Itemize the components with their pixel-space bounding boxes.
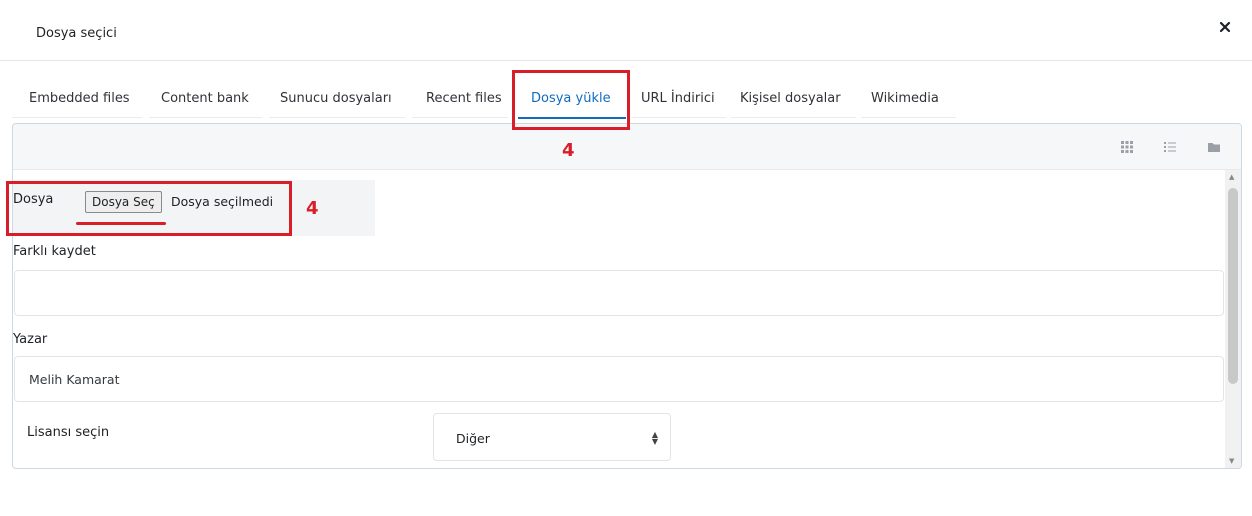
folder-view-icon[interactable] [1201, 134, 1227, 160]
annotation-underline [76, 222, 166, 225]
license-select[interactable]: Diğer ▲ ▼ [433, 413, 671, 461]
list-view-icon[interactable] [1157, 134, 1183, 160]
dialog-header: Dosya seçici [0, 0, 1252, 61]
view-toolbar [13, 124, 1241, 170]
scrollbar-thumb[interactable] [1228, 188, 1238, 384]
scroll-down-icon[interactable]: ▼ [1229, 457, 1234, 465]
annotation-step-number: 4 [306, 198, 319, 219]
annotation-box-tab [512, 70, 630, 130]
tab-embedded-files[interactable]: Embedded files [12, 80, 142, 120]
author-label: Yazar [13, 332, 48, 347]
scroll-up-icon[interactable]: ▲ [1229, 173, 1234, 181]
file-picker-panel: Dosya Dosya Seç Dosya seçilmedi Farklı k… [12, 123, 1242, 469]
annotation-step-number: 4 [562, 140, 575, 161]
tab-url-indirici[interactable]: URL İndirici [631, 80, 726, 120]
close-icon[interactable] [1216, 18, 1234, 36]
tab-recent-files[interactable]: Recent files [412, 80, 508, 120]
save-as-label: Farklı kaydet [13, 244, 96, 259]
tab-sunucu-dosyalari[interactable]: Sunucu dosyaları [269, 80, 405, 120]
select-caret-icon: ▲ ▼ [651, 430, 658, 446]
vertical-scrollbar[interactable]: ▲ ▼ [1225, 170, 1241, 468]
save-as-input[interactable] [14, 270, 1224, 316]
tab-content-bank[interactable]: Content bank [149, 80, 262, 120]
annotation-box-file [6, 181, 292, 236]
tab-wikimedia[interactable]: Wikimedia [861, 80, 956, 120]
license-select-value: Diğer [456, 431, 490, 446]
dialog-title: Dosya seçici [36, 26, 117, 41]
tab-kisisel-dosyalar[interactable]: Kişisel dosyalar [731, 80, 856, 120]
license-label: Lisansı seçin [27, 425, 110, 440]
author-input[interactable] [14, 356, 1224, 402]
grid-view-icon[interactable] [1114, 134, 1140, 160]
